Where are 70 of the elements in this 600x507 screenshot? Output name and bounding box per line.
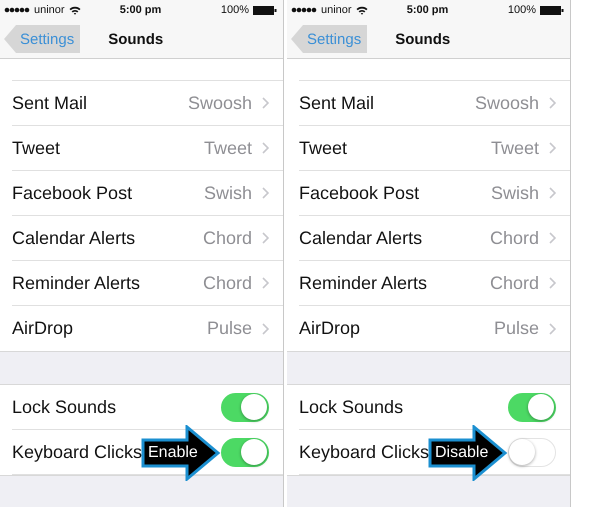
row-label: Keyboard Clicks	[299, 442, 430, 462]
signal-icon	[291, 7, 317, 13]
wifi-icon	[68, 6, 81, 14]
battery-percent: 100%	[220, 4, 249, 16]
row-label: Keyboard Clicks	[12, 442, 142, 462]
status-time: 5:00 pm	[120, 4, 162, 16]
row-label: Tweet	[299, 138, 348, 158]
row-label: AirDrop	[12, 318, 74, 339]
toggle-switch[interactable]	[221, 438, 269, 466]
chevron-icon	[262, 187, 269, 199]
screen-title: Sounds	[108, 30, 164, 48]
row-value: Chord	[490, 228, 539, 248]
battery-icon	[252, 6, 277, 14]
row-label: Reminder Alerts	[12, 272, 142, 294]
row-value: Chord	[202, 272, 252, 294]
battery-icon	[540, 6, 564, 14]
row-label: Calendar Alerts	[299, 228, 424, 248]
row-label: Facebook Post	[299, 182, 420, 204]
row-value: Tweet	[204, 138, 252, 158]
settings-row[interactable]: AirDrop Pulse	[299, 306, 570, 351]
settings-row[interactable]: Sent Mail Swoosh	[299, 81, 570, 126]
battery-percent: 100%	[508, 4, 536, 16]
chevron-icon	[549, 232, 556, 244]
row-value: Tweet	[490, 138, 539, 158]
row-value: Chord	[202, 228, 252, 248]
chevron-icon	[262, 142, 269, 154]
settings-row[interactable]: Facebook Post Swish	[12, 171, 283, 216]
row-value: Chord	[490, 272, 539, 294]
settings-row[interactable]: AirDrop Pulse	[12, 306, 283, 351]
row-value: Swoosh	[474, 92, 539, 114]
chevron-icon	[549, 187, 556, 199]
chevron-icon	[549, 97, 556, 109]
row-label: Sent Mail	[299, 92, 376, 114]
settings-row[interactable]: Reminder Alerts Chord	[12, 261, 283, 306]
chevron-icon	[262, 97, 269, 109]
chevron-icon	[262, 232, 269, 244]
signal-icon	[4, 7, 30, 13]
settings-row[interactable]: Calendar Alerts Chord	[299, 216, 570, 261]
row-value: Swish	[204, 182, 252, 204]
chevron-icon	[549, 277, 556, 289]
chevron-icon	[262, 277, 269, 289]
settings-row[interactable]: Tweet Tweet	[299, 126, 570, 171]
status-time: 5:00 pm	[406, 4, 448, 16]
settings-row[interactable]: Sent Mail Swoosh	[12, 81, 283, 126]
carrier-name: uninor	[321, 4, 352, 16]
screen-title: Sounds	[395, 30, 450, 48]
carrier-name: uninor	[34, 4, 65, 16]
row-value: Pulse	[494, 318, 539, 339]
chevron-icon	[549, 142, 556, 154]
row-value: Pulse	[206, 318, 252, 339]
row-label: Lock Sounds	[12, 396, 116, 418]
row-label: AirDrop	[299, 318, 362, 339]
chevron-icon	[262, 322, 269, 334]
settings-row[interactable]: Calendar Alerts Chord	[12, 216, 283, 261]
row-value: Swish	[490, 182, 539, 204]
toggle-switch[interactable]	[508, 438, 556, 466]
toggle-switch[interactable]	[508, 392, 556, 422]
row-value: Swoosh	[188, 92, 252, 114]
row-label: Tweet	[12, 138, 62, 158]
row-label: Facebook Post	[12, 182, 134, 204]
settings-row[interactable]: Reminder Alerts Chord	[299, 261, 570, 306]
toggle-switch[interactable]	[221, 392, 269, 422]
settings-row[interactable]: Facebook Post Swish	[299, 171, 570, 216]
row-label: Reminder Alerts	[299, 272, 428, 294]
row-label: Sent Mail	[12, 92, 88, 114]
row-label: Lock Sounds	[299, 396, 404, 418]
wifi-icon	[356, 6, 368, 14]
row-label: Calendar Alerts	[12, 228, 136, 248]
chevron-icon	[549, 322, 556, 334]
settings-row[interactable]: Tweet Tweet	[12, 126, 283, 171]
